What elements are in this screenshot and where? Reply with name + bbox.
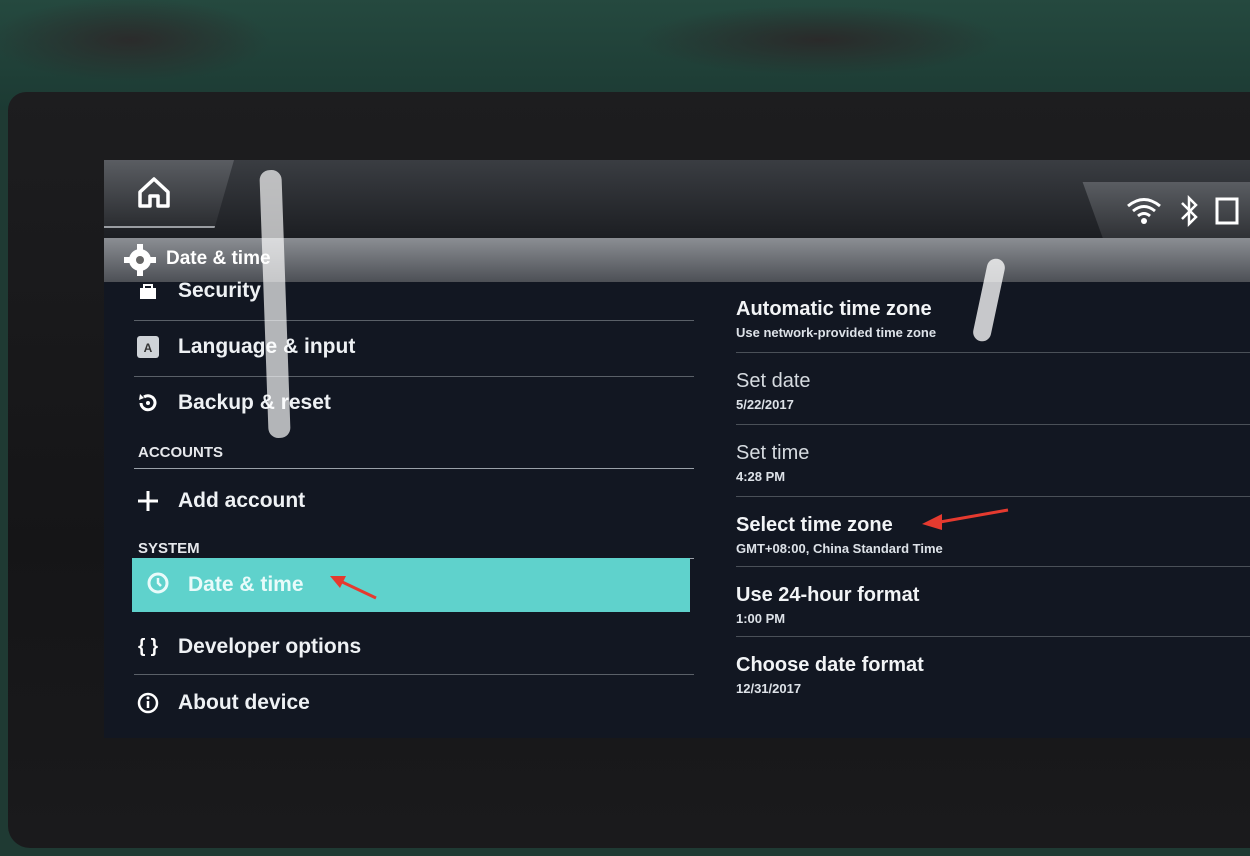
divider (736, 424, 1250, 425)
settings-detail: Automatic time zone Use network-provided… (724, 282, 1250, 738)
plus-icon (134, 487, 162, 515)
settings-menu: Security A Language & input Backup & res… (104, 279, 694, 738)
divider (134, 376, 694, 377)
menu-item-language[interactable]: A Language & input (134, 322, 694, 372)
menu-item-security[interactable]: Security (134, 266, 694, 316)
annotation-arrow (330, 576, 377, 600)
menu-item-developer[interactable]: { } Developer options (134, 622, 694, 672)
divider (134, 468, 694, 469)
home-button[interactable] (104, 160, 234, 228)
home-icon (138, 177, 170, 208)
info-icon (134, 689, 162, 717)
bluetooth-icon (1181, 194, 1198, 228)
setting-subtitle: 5/22/2017 (736, 397, 794, 412)
wifi-icon (1127, 198, 1161, 224)
annotation-arrow (922, 508, 1009, 530)
divider (736, 496, 1250, 497)
setting-set-date[interactable]: Set date 5/22/2017 (736, 370, 1250, 412)
menu-item-label: About device (178, 691, 310, 714)
section-header-system: SYSTEM (138, 540, 200, 557)
menu-item-label: Add account (178, 489, 306, 512)
setting-24-hour-format[interactable]: Use 24-hour format 1:00 PM (736, 584, 1250, 626)
restore-icon (134, 389, 162, 417)
screen: Date & time Security A Language & input … (104, 160, 1250, 738)
menu-item-label: Backup & reset (178, 391, 331, 414)
setting-subtitle: 1:00 PM (736, 611, 786, 626)
menu-item-about[interactable]: About device (134, 678, 694, 728)
setting-title: Set time (736, 442, 810, 464)
setting-date-format[interactable]: Choose date format 12/31/2017 (736, 654, 1250, 696)
status-icons (1082, 182, 1250, 244)
setting-subtitle: 12/31/2017 (736, 681, 802, 696)
divider (736, 636, 1250, 637)
menu-item-backup[interactable]: Backup & reset (134, 378, 694, 428)
setting-title: Choose date format (736, 654, 924, 676)
cast-icon (1215, 197, 1239, 225)
setting-title: Set date (736, 370, 811, 392)
svg-text:A: A (144, 341, 153, 355)
divider (736, 352, 1250, 353)
menu-item-date-time[interactable]: Date & time (132, 558, 690, 612)
section-header-accounts: ACCOUNTS (138, 444, 223, 461)
braces-icon: { } (137, 636, 159, 657)
menu-item-label: Developer options (178, 635, 362, 658)
menu-item-label: Date & time (188, 573, 304, 596)
lock-icon (134, 277, 162, 305)
menu-item-label: Security (178, 279, 261, 302)
setting-subtitle: Use network-provided time zone (736, 325, 937, 340)
setting-title: Use 24-hour format (736, 584, 920, 606)
divider (134, 674, 694, 675)
divider (134, 320, 694, 321)
clock-icon (146, 571, 174, 599)
menu-item-add-account[interactable]: Add account (134, 476, 694, 526)
setting-subtitle: GMT+08:00, China Standard Time (736, 541, 943, 556)
keyboard-icon: A (134, 333, 162, 361)
divider (736, 566, 1250, 567)
setting-set-time[interactable]: Set time 4:28 PM (736, 442, 1250, 484)
setting-subtitle: 4:28 PM (736, 469, 786, 484)
